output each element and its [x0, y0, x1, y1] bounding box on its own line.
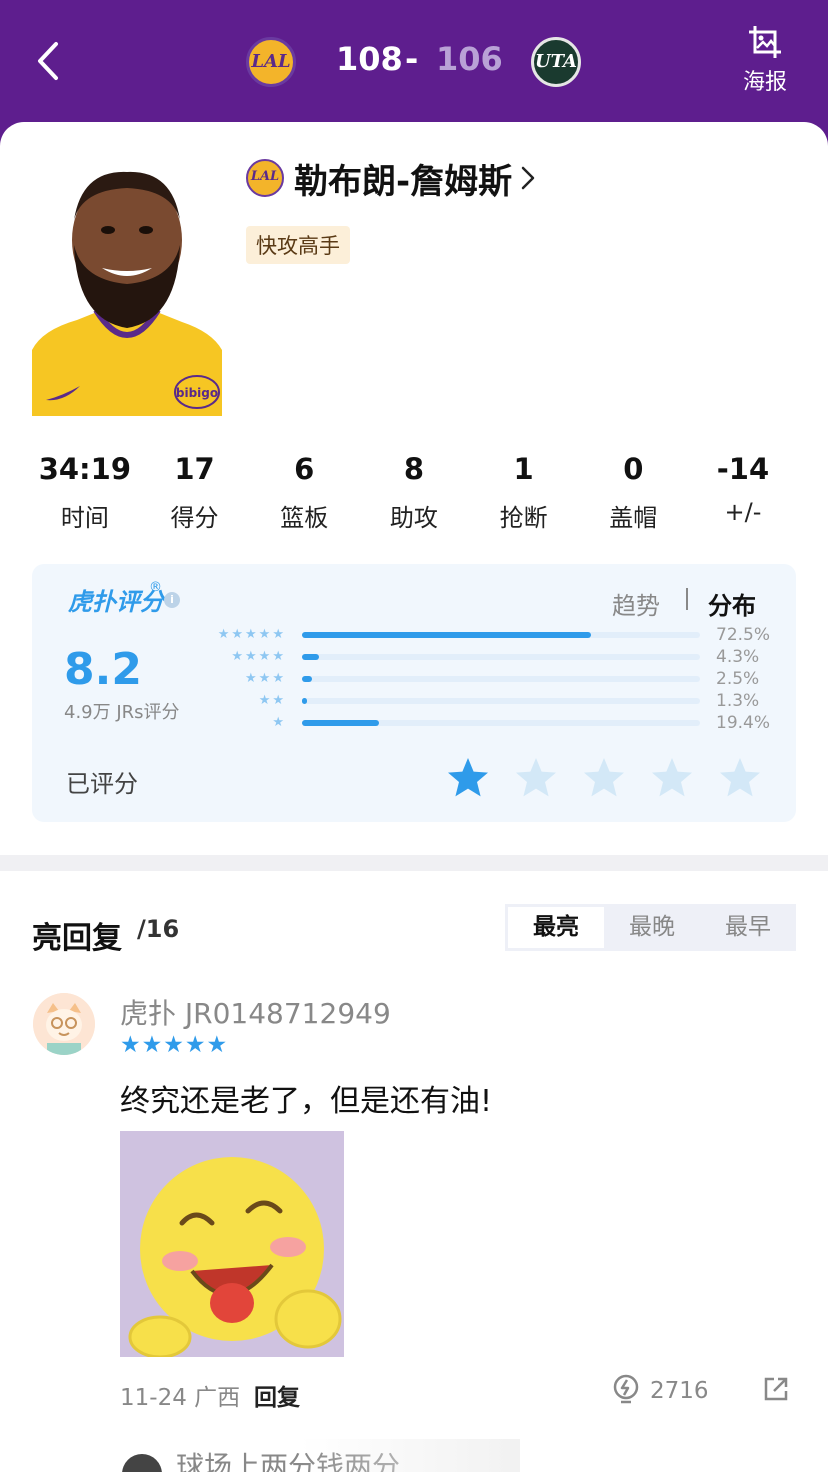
comment-meta: 11-24 广西 [120, 1385, 241, 1411]
distribution-track [302, 654, 700, 660]
distribution-bar [302, 654, 320, 660]
comment-text: 终究还是老了，但是还有油! [120, 1084, 493, 1119]
stat-steals: 1 抢断 [499, 452, 548, 532]
poster-button[interactable]: 海报 [732, 24, 798, 100]
distribution-percent: 19.4% [716, 713, 771, 733]
distribution-track [302, 676, 700, 682]
stat-rebounds: 6 篮板 [280, 452, 329, 532]
top-bar: LAL 108 - 106 UTA 海报 [0, 0, 828, 122]
distribution-bar [302, 720, 380, 726]
away-score: 106 [436, 40, 503, 78]
star-icon[interactable] [650, 756, 694, 800]
distribution-track [302, 698, 700, 704]
away-team-logo[interactable]: UTA [531, 37, 581, 87]
home-score: 108 [336, 40, 403, 78]
sort-tab-brightest[interactable]: 最亮 [508, 907, 604, 948]
section-divider [0, 855, 828, 871]
distribution-percent: 1.3% [716, 691, 760, 711]
player-card: bibigo LAL 勒布朗-詹姆斯 快攻高手 34:19 时间 17 得分 6 篮板… [0, 122, 828, 855]
poster-label: 海报 [742, 70, 787, 95]
back-arrow-icon[interactable] [30, 38, 70, 84]
lightbulb-icon[interactable] [612, 1374, 640, 1406]
stat-plus-minus: -14 +/- [716, 452, 770, 526]
stat-assists: 8 助攻 [389, 452, 438, 532]
distribution-bar [302, 698, 308, 704]
score-separator: - [405, 40, 419, 78]
star-icons: ★★★ [245, 671, 286, 686]
svg-text:bibigo: bibigo [176, 386, 218, 400]
comments-section: 亮回复 /16 最亮 最晚 最早 虎扑 JR0148712949 ★★★★★ 终… [0, 871, 828, 1472]
distribution-percent: 72.5% [716, 625, 771, 645]
fade-overlay [300, 1439, 520, 1472]
distribution-row-1: ★ 19.4% [202, 712, 772, 734]
star-icons: ★★★★ [231, 649, 286, 664]
star-icon[interactable] [718, 756, 762, 800]
tab-divider [686, 588, 688, 610]
distribution-row-2: ★★ 1.3% [202, 690, 772, 712]
player-photo: bibigo [32, 160, 222, 416]
average-score: 8.2 [64, 644, 142, 695]
sort-tab-latest[interactable]: 最晚 [604, 904, 700, 951]
star-icon[interactable] [446, 756, 490, 800]
distribution-percent: 4.3% [716, 647, 760, 667]
registered-mark: ® [149, 580, 162, 595]
avatar[interactable] [33, 993, 95, 1055]
stat-blocks: 0 盖帽 [609, 452, 658, 532]
tab-trend[interactable]: 趋势 [612, 586, 660, 621]
distribution-row-4: ★★★★ 4.3% [202, 646, 772, 668]
player-name-link[interactable]: LAL 勒布朗-詹姆斯 [246, 156, 536, 202]
sort-tab-earliest[interactable]: 最早 [700, 904, 796, 951]
user-rating-stars[interactable] [446, 756, 786, 800]
distribution-bar [302, 676, 312, 682]
light-count: 2716 [650, 1378, 709, 1404]
share-icon[interactable] [762, 1375, 790, 1403]
distribution-row-3: ★★★ 2.5% [202, 668, 772, 690]
star-icon[interactable] [514, 756, 558, 800]
chevron-right-icon [521, 166, 535, 190]
player-tag: 快攻高手 [246, 226, 350, 264]
distribution-row-5: ★★★★★ 72.5% [202, 624, 772, 646]
stats-row: 34:19 时间 17 得分 6 篮板 8 助攻 1 抢断 0 盖帽 -14 +/- [30, 452, 798, 533]
comments-title: 亮回复 [32, 921, 122, 956]
distribution-track [302, 632, 700, 638]
star-icons: ★★★★★ [217, 627, 286, 642]
star-icon[interactable] [582, 756, 626, 800]
image-crop-icon [749, 26, 781, 58]
home-team-logo[interactable]: LAL [246, 37, 296, 87]
distribution-percent: 2.5% [716, 669, 760, 689]
rating-panel: 虎扑评分 ® i 趋势 分布 8.2 4.9万 JRs评分 ★★★★★ 72.5… [32, 564, 796, 822]
reply-button[interactable]: 回复 [254, 1378, 300, 1412]
player-team-logo: LAL [246, 159, 284, 197]
comment-image[interactable] [120, 1131, 344, 1357]
stat-minutes: 34:19 时间 [38, 452, 131, 532]
info-icon[interactable]: i [164, 592, 180, 608]
sort-tabs: 最亮 最晚 最早 [505, 904, 796, 951]
star-icons: ★★ [258, 693, 286, 708]
comments-count: /16 [137, 915, 180, 943]
avatar[interactable] [122, 1454, 162, 1472]
comment-username[interactable]: 虎扑 JR0148712949 [120, 992, 391, 1032]
stat-points: 17 得分 [170, 452, 219, 532]
player-name: 勒布朗-詹姆斯 [294, 161, 513, 202]
distribution-track [302, 720, 700, 726]
comment-rating-stars: ★★★★★ [120, 1032, 229, 1058]
star-icons: ★ [272, 715, 286, 730]
rated-label: 已评分 [66, 770, 138, 798]
rating-count: 4.9万 JRs评分 [64, 702, 180, 723]
tab-distribution[interactable]: 分布 [708, 586, 756, 621]
distribution-bar [302, 632, 591, 638]
